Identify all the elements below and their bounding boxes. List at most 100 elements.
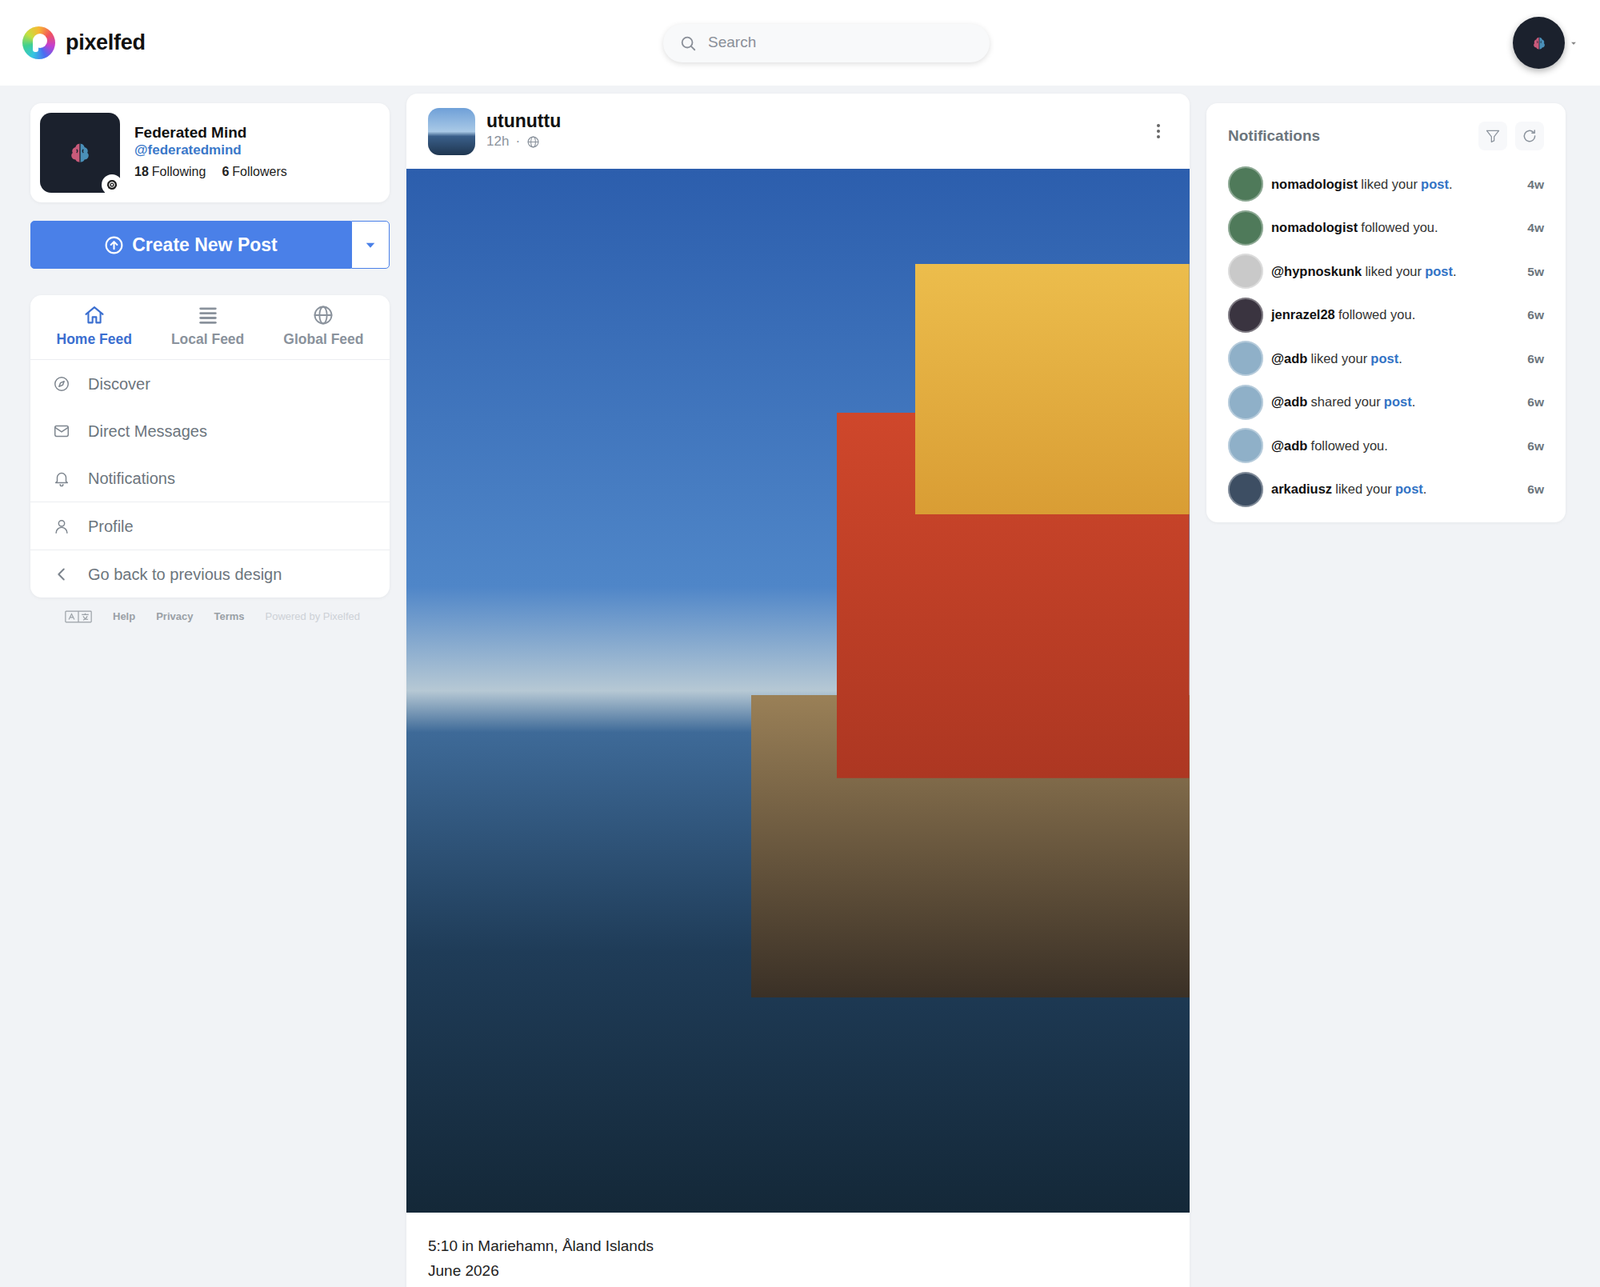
menu-item-label: Go back to previous design <box>88 562 282 587</box>
main-area: Federated Mind@federatedmind 18Following 6… <box>0 85 1600 1287</box>
feed-tab-label: Global Feed <box>283 328 364 350</box>
footer-link[interactable]: Help <box>112 608 136 625</box>
envelope-icon <box>52 422 71 440</box>
notification-avatar[interactable] <box>1228 472 1264 508</box>
notification-action: liked your <box>1364 264 1422 279</box>
feed-tab[interactable]: Home Feed <box>52 303 137 352</box>
notification-avatar[interactable] <box>1228 297 1264 333</box>
notification-item[interactable]: @hypnoskunkliked yourpost.5w <box>1228 249 1544 294</box>
notification-item[interactable]: nomadologistliked yourpost.4w <box>1228 162 1544 207</box>
notification-avatar[interactable] <box>1228 210 1264 246</box>
create-dropdown-button[interactable] <box>351 220 390 269</box>
notification-text: nomadologistliked yourpost. <box>1271 176 1520 193</box>
notification-time: 4w <box>1527 218 1544 237</box>
notification-action: followed you. <box>1311 438 1388 453</box>
notification-user[interactable]: @adb <box>1271 438 1308 453</box>
menu-item[interactable]: Notifications <box>30 454 390 502</box>
brand-name[interactable]: pixelfed <box>65 26 146 60</box>
notification-post-link[interactable]: post <box>1420 176 1449 192</box>
notification-user[interactable]: @adb <box>1271 394 1308 409</box>
following-count[interactable]: 18Following <box>134 162 206 182</box>
footer-link[interactable]: Terms <box>213 608 244 625</box>
caption-line: 5:10 in Mariehamn, Åland Islands <box>428 1233 1168 1259</box>
notification-user[interactable]: @hypnoskunk <box>1271 264 1362 279</box>
notification-end: . <box>1448 176 1453 192</box>
notifications-header: Notifications <box>1206 103 1566 163</box>
pixelfed-logo-icon <box>22 26 56 60</box>
search-box[interactable] <box>663 24 990 63</box>
notification-text: @adbliked yourpost. <box>1271 350 1520 368</box>
feed: utunuttu12h · 5:10 in Mariehamn, Åland Isl… <box>406 93 1190 1287</box>
menu-group: Profile <box>30 501 390 550</box>
post-photo[interactable] <box>406 168 1190 1213</box>
menu-item[interactable]: Profile <box>30 502 390 550</box>
account-menu[interactable] <box>1512 16 1578 69</box>
profile-name[interactable]: Federated Mind <box>134 124 288 143</box>
menu-group: Discover Direct Messages Notifications <box>30 360 390 502</box>
post-time[interactable]: 12h <box>486 131 509 152</box>
profile-counts: 18Following 6Followers <box>134 162 288 182</box>
caret-down-icon <box>363 237 378 252</box>
notification-item[interactable]: jenrazel28followed you.6w <box>1228 293 1544 338</box>
notification-post-link[interactable]: post <box>1395 481 1424 496</box>
notification-avatar[interactable] <box>1228 340 1264 376</box>
meta-separator: · <box>515 131 520 152</box>
notification-user[interactable]: jenrazel28 <box>1271 307 1336 322</box>
profile-avatar[interactable] <box>40 112 120 193</box>
search-input[interactable] <box>706 30 974 56</box>
filter-button[interactable] <box>1478 121 1508 151</box>
notification-user[interactable]: nomadologist <box>1271 220 1358 235</box>
translate-icon[interactable] <box>64 609 92 624</box>
compass-icon <box>52 375 71 393</box>
menu-item-label: Direct Messages <box>88 419 208 444</box>
notification-item[interactable]: @adbshared yourpost.6w <box>1228 380 1544 425</box>
profile-info: Federated Mind@federatedmind 18Following 6… <box>134 124 288 182</box>
notification-avatar[interactable] <box>1228 253 1264 289</box>
menu-item[interactable]: Go back to previous design <box>30 550 390 598</box>
brain-icon <box>66 139 94 167</box>
notification-avatar[interactable] <box>1228 166 1264 202</box>
left-sidebar: Federated Mind@federatedmind 18Following 6… <box>30 103 390 625</box>
notification-item[interactable]: nomadologistfollowed you.4w <box>1228 206 1544 251</box>
notification-avatar[interactable] <box>1228 384 1264 420</box>
caption-line: June 2026 <box>428 1258 1168 1284</box>
profile-handle[interactable]: @federatedmind <box>134 142 288 159</box>
gear-icon[interactable] <box>101 174 123 196</box>
menu-item[interactable]: Direct Messages <box>30 407 390 455</box>
followers-label: Followers <box>232 164 287 179</box>
search-icon <box>679 34 697 52</box>
notification-time: 6w <box>1527 305 1544 324</box>
brand[interactable]: pixelfed <box>22 26 611 60</box>
filter-icon <box>1484 128 1501 144</box>
create-post-button[interactable]: Create New Post <box>30 220 352 269</box>
author-avatar[interactable] <box>428 108 476 156</box>
menu-item-label: Profile <box>88 514 134 539</box>
notification-post-link[interactable]: post <box>1370 351 1399 366</box>
notification-action: liked your <box>1311 351 1368 366</box>
author-name[interactable]: utunuttu <box>486 110 561 132</box>
feed-tab[interactable]: Local Feed <box>166 303 249 352</box>
footer-link[interactable]: Privacy <box>156 608 193 625</box>
menu-item-label: Notifications <box>88 466 176 491</box>
notification-end: . <box>1452 264 1457 279</box>
notification-user[interactable]: @adb <box>1271 351 1308 366</box>
notifications-card: Notificationsnomadologistliked yourpost.… <box>1206 103 1566 523</box>
menu-item-label: Discover <box>88 372 151 396</box>
globe-icon <box>312 304 335 327</box>
notification-item[interactable]: arkadiuszliked yourpost.6w <box>1228 468 1544 512</box>
followers-count[interactable]: 6Followers <box>221 162 287 182</box>
logo-stem <box>32 40 39 52</box>
notification-post-link[interactable]: post <box>1424 264 1453 279</box>
notification-post-link[interactable]: post <box>1384 394 1412 409</box>
menu-item[interactable]: Discover <box>30 360 390 408</box>
notification-user[interactable]: nomadologist <box>1271 176 1358 192</box>
feed-tab[interactable]: Global Feed <box>278 303 368 352</box>
kebab-menu-icon[interactable] <box>1148 121 1168 141</box>
account-avatar[interactable] <box>1512 16 1565 69</box>
notification-avatar[interactable] <box>1228 428 1264 464</box>
notification-item[interactable]: @adbfollowed you.6w <box>1228 424 1544 468</box>
refresh-button[interactable] <box>1515 121 1544 151</box>
notification-user[interactable]: arkadiusz <box>1271 481 1332 496</box>
notification-item[interactable]: @adbliked yourpost.6w <box>1228 336 1544 381</box>
footer-link[interactable]: Powered by Pixelfed <box>265 608 361 625</box>
